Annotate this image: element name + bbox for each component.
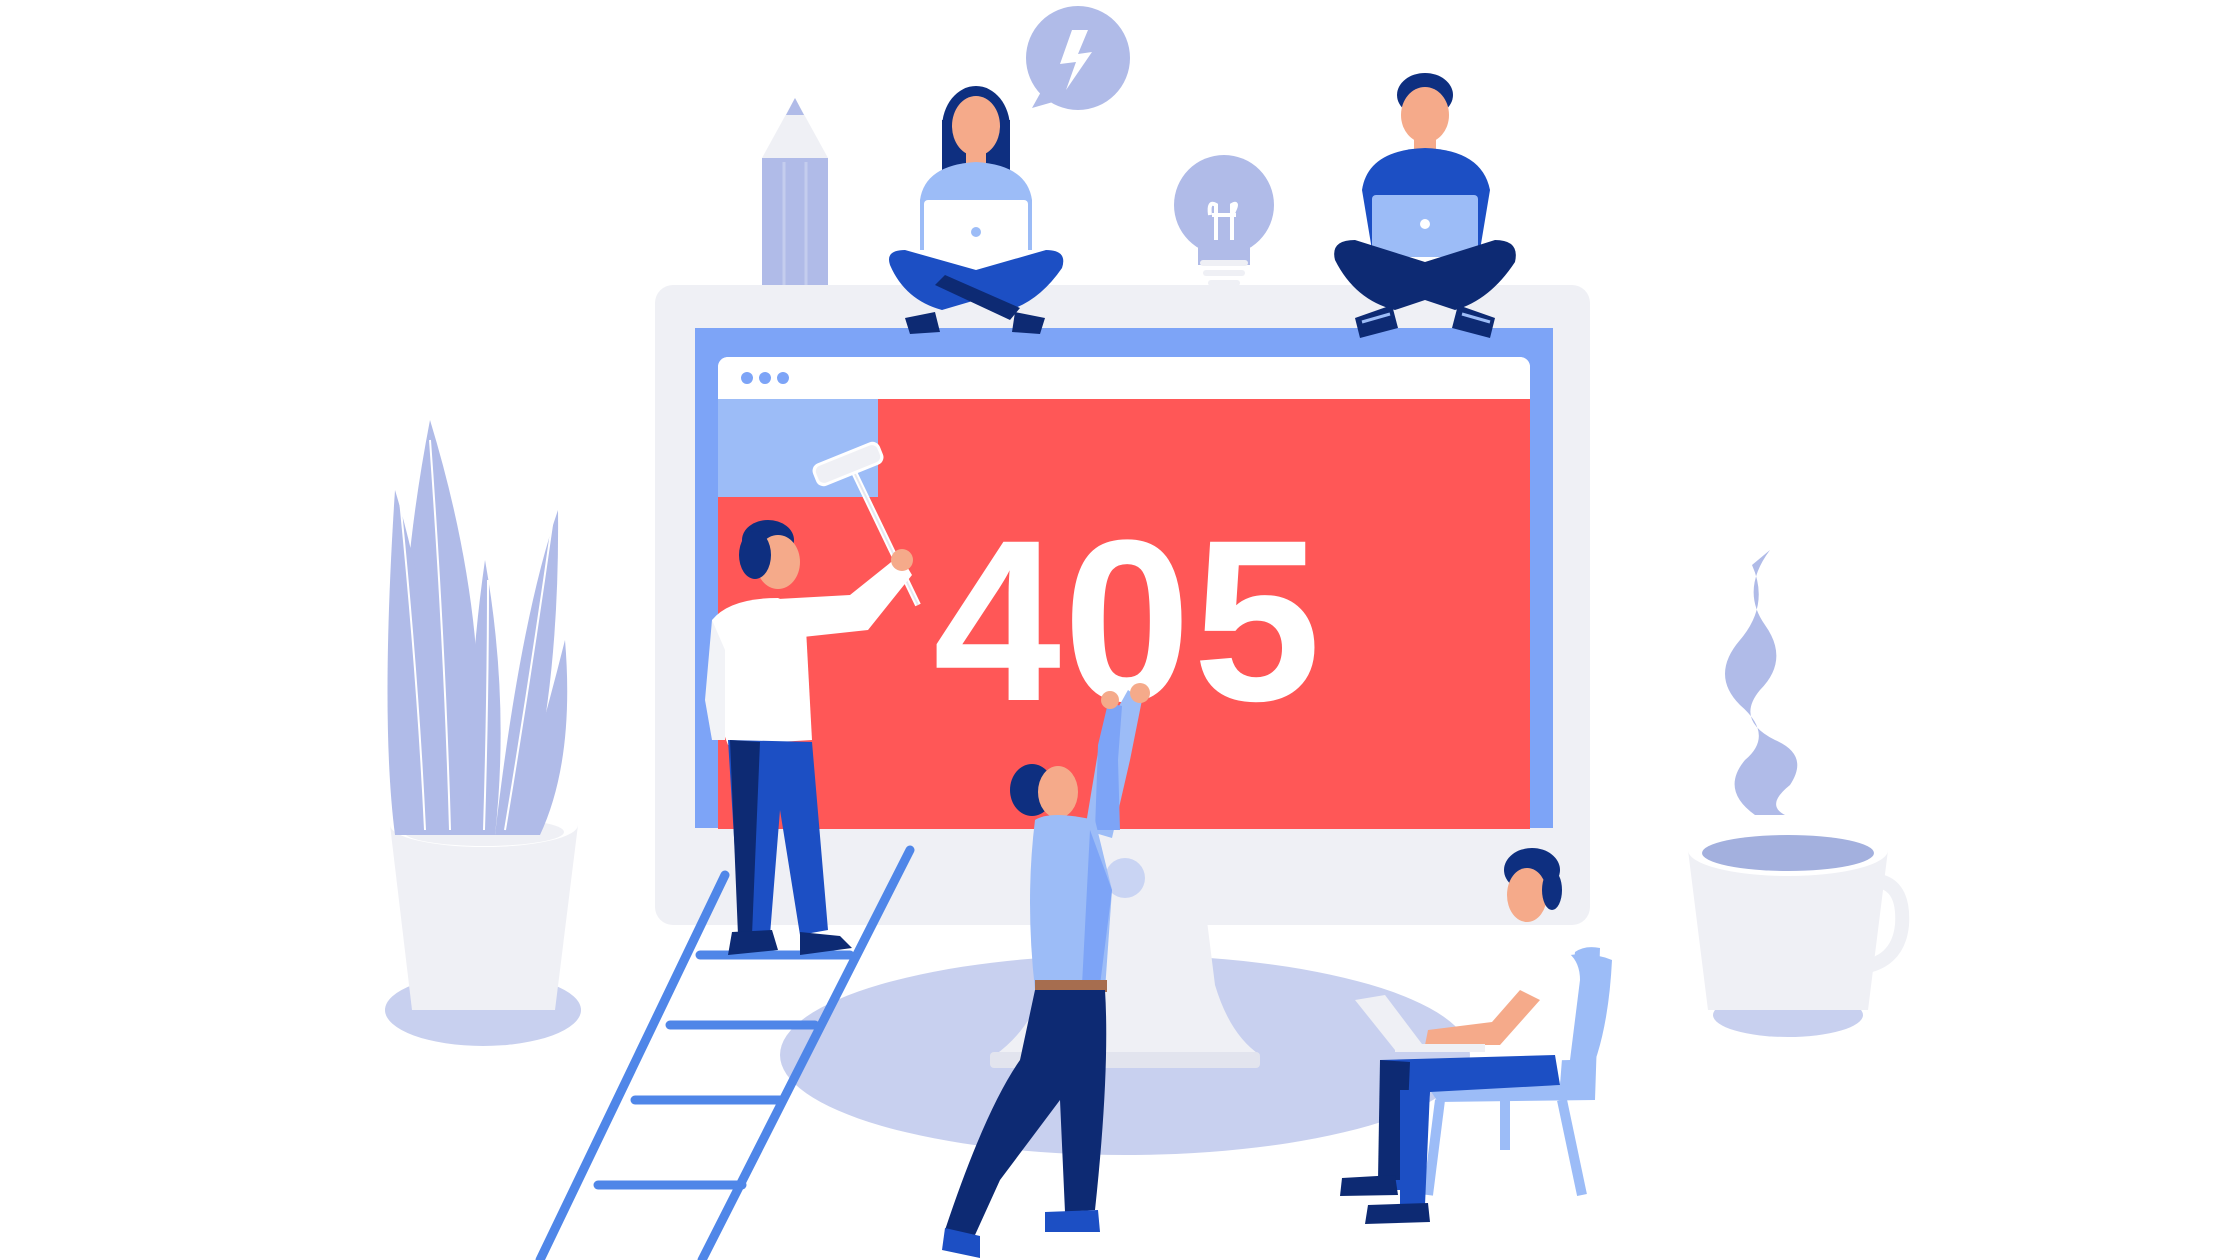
error-405-illustration: 405 (385, 6, 1910, 1260)
laptop-icon (924, 200, 1028, 268)
lightbulb-icon (1174, 155, 1274, 286)
browser-dot-3 (777, 372, 789, 384)
plant-icon (385, 420, 581, 1046)
coffee-cup-icon (1688, 550, 1910, 1037)
laptop-icon-2 (1372, 195, 1478, 257)
lightning-speech-bubble-icon (1026, 6, 1130, 110)
pencil-icon (762, 98, 828, 285)
browser-dot-2 (759, 372, 771, 384)
browser-dot-1 (741, 372, 753, 384)
browser-tab-bar (718, 357, 1530, 399)
